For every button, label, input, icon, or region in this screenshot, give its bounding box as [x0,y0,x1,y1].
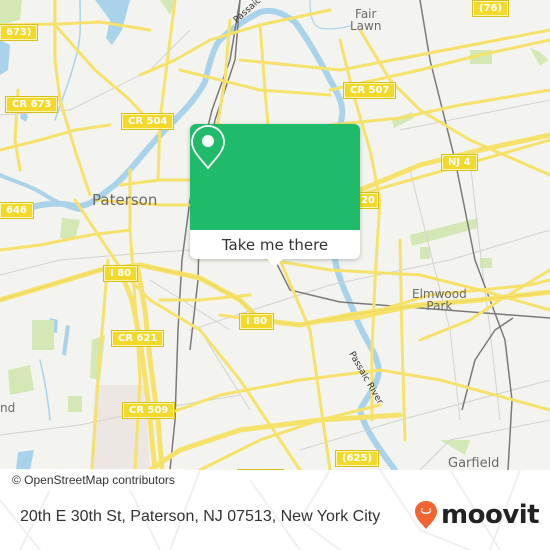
place-label-elmwood-park: Elmwood Park [412,288,467,312]
park [530,48,548,66]
park [8,365,34,395]
road [53,23,150,122]
place-label-line: Park [426,299,453,313]
park [68,396,82,412]
road-shield-cr673: CR 673 [4,96,59,113]
popup-header[interactable] [190,124,360,230]
road-shield-i80: I 80 [238,313,275,330]
highway-i80 [0,262,550,328]
road-shield-cr646: 646 [0,202,34,219]
map-attribution[interactable]: © OpenStreetMap contributors [0,469,185,491]
park [0,0,22,25]
lake [0,40,10,75]
place-label-line: Lawn [350,19,382,33]
road-shield-nj4: NJ 4 [441,154,478,171]
take-me-there-button[interactable]: Take me there [190,230,360,259]
road-shield-i80: I 80 [102,265,139,282]
road-shield-76: (76) [471,0,510,17]
urban-area [90,385,150,470]
pond [16,450,34,470]
place-label-garfield: Garfield [448,456,500,470]
road [156,0,177,182]
map-pin-icon [191,125,225,170]
road-shield-cr504: CR 504 [120,113,175,130]
popup-tail [267,259,283,267]
location-popup[interactable]: Take me there [190,124,360,267]
pond [62,325,70,356]
stream [39,359,51,421]
moovit-logo: moovit [414,500,540,530]
road [338,138,550,202]
park [32,320,54,350]
road [358,28,550,177]
road-shield-cr507: CR 507 [342,82,397,99]
place-label-partial: nd [0,401,16,415]
road-shield-625: (625) [334,450,380,467]
stream [54,0,82,121]
road-shield-cr509: CR 509 [121,402,176,419]
park [440,440,470,455]
place-label-fair-lawn: Fair Lawn [350,8,381,32]
road-shield-cr621: CR 621 [110,330,165,347]
moovit-wordmark: moovit [441,500,540,530]
place-label-paterson: Paterson [92,191,158,209]
address-text: 20th E 30th St, Paterson, NJ 07513, New … [20,508,381,525]
road-shield-cr673: 673) [0,24,39,41]
map-view[interactable]: Paterson Fair Lawn Elmwood Park Garfield… [0,0,550,470]
road-shield-20: 20 [356,192,379,209]
park [420,247,430,259]
moovit-pin-icon [415,501,437,529]
